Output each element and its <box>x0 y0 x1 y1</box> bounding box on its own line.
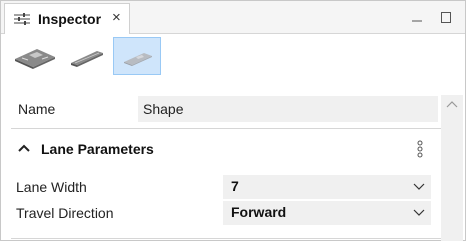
road-shape-tool[interactable] <box>113 37 161 75</box>
road-segment-tool[interactable] <box>63 37 111 75</box>
chevron-up-icon[interactable] <box>18 143 30 153</box>
lane-parameters-header[interactable]: Lane Parameters <box>11 131 441 167</box>
tab-inspector[interactable]: Inspector × <box>4 3 130 34</box>
scroll-up-icon[interactable] <box>444 98 460 112</box>
chevron-down-icon <box>413 209 425 216</box>
vertical-scrollbar[interactable] <box>441 95 463 241</box>
travel-direction-dropdown[interactable]: Forward <box>223 201 431 225</box>
travel-direction-value: Forward <box>231 204 287 220</box>
lane-width-label: Lane Width <box>16 179 87 195</box>
section-title: Lane Parameters <box>41 141 154 157</box>
lane-width-dropdown[interactable]: 7 <box>223 175 431 199</box>
name-label: Name <box>18 101 56 117</box>
tab-title: Inspector <box>38 11 102 27</box>
name-input[interactable] <box>138 96 438 122</box>
divider <box>11 128 441 129</box>
toolbar <box>1 34 465 80</box>
name-row: Name <box>1 95 441 122</box>
road-segment-icon <box>71 51 103 67</box>
inspector-window: Inspector × Name Shape Lane Parameters L… <box>0 0 466 241</box>
tab-bar: Inspector × <box>1 1 465 34</box>
lane-width-row: Lane Width 7 <box>1 175 441 199</box>
travel-direction-row: Travel Direction Forward <box>1 201 441 225</box>
travel-direction-label: Travel Direction <box>16 205 114 221</box>
maximize-icon[interactable] <box>438 9 454 25</box>
chevron-down-icon <box>413 183 425 190</box>
more-options-icon[interactable] <box>415 140 425 158</box>
inspector-content: Name Lane Parameters Lane Width 7 <box>1 81 465 241</box>
close-icon[interactable]: × <box>112 10 121 26</box>
lane-width-value: 7 <box>231 178 239 194</box>
divider <box>11 238 441 239</box>
minimize-icon[interactable] <box>409 9 425 25</box>
road-intersection-icon <box>15 49 55 69</box>
sliders-icon <box>14 13 30 25</box>
road-intersection-tool[interactable] <box>11 37 59 75</box>
road-shape-icon <box>124 53 152 66</box>
